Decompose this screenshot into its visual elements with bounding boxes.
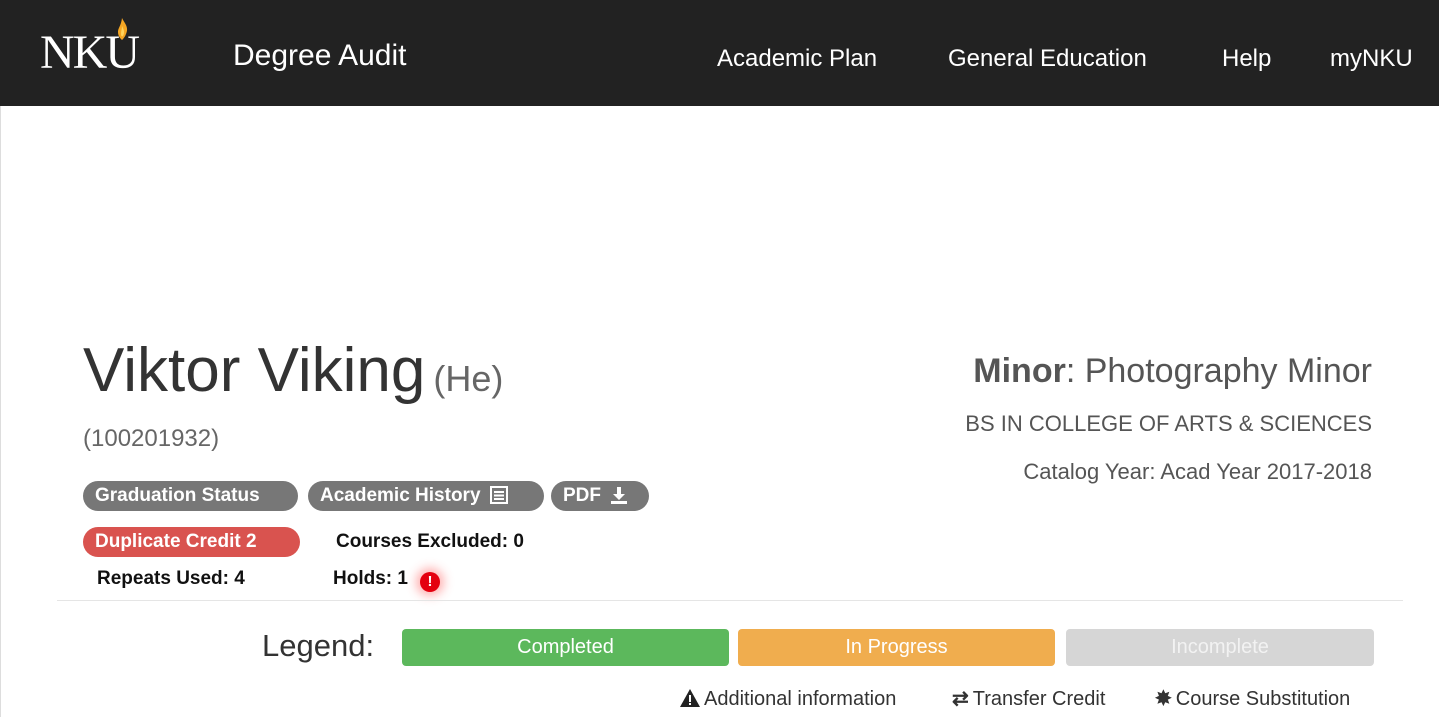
divider: [57, 600, 1403, 601]
academic-history-label: Academic History: [320, 485, 481, 506]
minor-value: : Photography Minor: [1065, 352, 1372, 390]
legend-transfer-credit: ⇄ Transfer Credit: [952, 686, 1105, 712]
courses-excluded: Courses Excluded: 0: [336, 531, 524, 552]
transfer-credit-label: Transfer Credit: [972, 688, 1106, 710]
nku-logo[interactable]: NKU: [40, 18, 180, 84]
pdf-label: PDF: [563, 485, 601, 506]
additional-info-label: Additional information: [704, 688, 897, 710]
transfer-icon: ⇄: [952, 688, 969, 710]
student-pronoun: (He): [433, 358, 504, 399]
repeats-used: Repeats Used: 4: [97, 568, 245, 589]
asterisk-icon: ✸: [1155, 688, 1172, 710]
legend-course-substitution: ✸ Course Substitution: [1155, 686, 1350, 712]
student-name: Viktor Viking (He): [83, 334, 503, 416]
flame-icon: [118, 18, 128, 40]
pdf-button[interactable]: PDF: [551, 481, 649, 511]
nav-academic-plan[interactable]: Academic Plan: [717, 44, 877, 74]
duplicate-credit-label: Duplicate Credit 2: [95, 531, 257, 552]
download-icon: [611, 487, 628, 504]
catalog-year: Catalog Year: Acad Year 2017-2018: [1023, 459, 1372, 484]
list-icon: [489, 486, 508, 504]
academic-history-button[interactable]: Academic History: [308, 481, 544, 511]
holds-count[interactable]: Holds: 1!: [333, 567, 440, 592]
minor-label: Minor: [973, 352, 1066, 390]
nav-mynku[interactable]: myNKU: [1330, 44, 1413, 74]
graduation-status-label: Graduation Status: [95, 485, 260, 506]
warning-icon: [680, 689, 700, 707]
page-edge: [0, 106, 1, 717]
app-title[interactable]: Degree Audit: [233, 38, 406, 74]
student-name-text: Viktor Viking: [83, 336, 426, 405]
student-id: (100201932): [83, 425, 220, 452]
nav-help[interactable]: Help: [1222, 44, 1271, 74]
legend-label: Legend:: [262, 628, 375, 663]
alert-icon[interactable]: !: [419, 572, 440, 592]
course-substitution-label: Course Substitution: [1175, 688, 1351, 710]
legend-in-progress: In Progress: [738, 629, 1055, 666]
nav-general-education[interactable]: General Education: [948, 44, 1147, 74]
legend-incomplete: Incomplete: [1066, 629, 1374, 666]
holds-label: Holds: 1: [333, 568, 408, 589]
graduation-status-button[interactable]: Graduation Status: [83, 481, 298, 511]
degree-info: BS IN COLLEGE OF ARTS & SCIENCES: [965, 411, 1372, 436]
legend-completed: Completed: [402, 629, 729, 666]
duplicate-credit-button[interactable]: Duplicate Credit 2: [83, 527, 300, 557]
top-navbar: NKU Degree Audit Academic Plan General E…: [0, 0, 1439, 106]
legend-additional-info: Additional information: [679, 686, 896, 712]
minor-info: Minor: Photography Minor: [973, 350, 1372, 392]
